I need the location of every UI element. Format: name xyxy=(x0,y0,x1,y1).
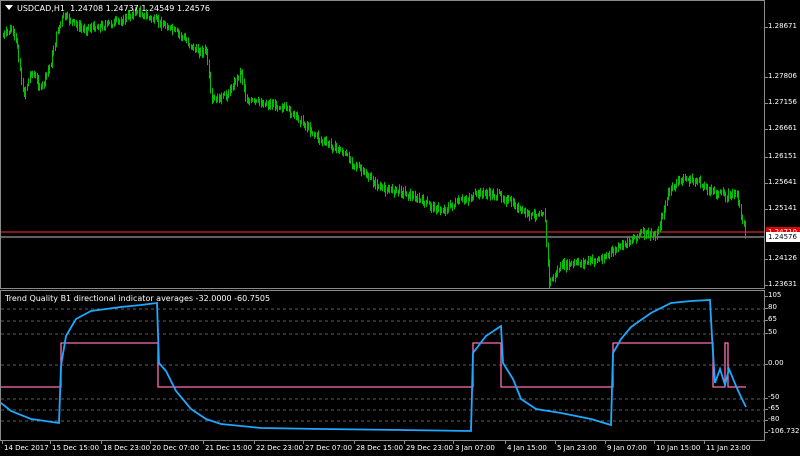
current-price-tag: 1.24576 xyxy=(766,232,800,242)
time-label: 4 Jan 15:00 xyxy=(507,444,547,452)
time-tick xyxy=(303,441,304,444)
level-label: 80 xyxy=(768,303,777,311)
price-label: 1.24126 xyxy=(768,254,797,262)
price-label: 1.26151 xyxy=(768,152,797,160)
indicator-axis[interactable]: 105 80 65 50 0.00 -50 -65 -80 -106.7326 xyxy=(765,290,800,441)
time-label: 21 Dec 15:00 xyxy=(205,444,253,452)
price-label: 1.28671 xyxy=(768,22,797,30)
chart-title: USDCAD,H1 1.24708 1.24737 1.24549 1.2457… xyxy=(5,4,210,13)
time-label: 3 Jan 07:00 xyxy=(455,444,495,452)
time-label: 5 Jan 23:00 xyxy=(557,444,597,452)
level-label: 0.00 xyxy=(768,359,784,367)
time-tick xyxy=(453,441,454,444)
price-label: 1.27806 xyxy=(768,72,797,80)
time-axis: 14 Dec 2017 15 Dec 15:00 18 Dec 23:00 20 De… xyxy=(0,441,800,456)
time-label: 22 Dec 23:00 xyxy=(256,444,304,452)
time-tick xyxy=(203,441,204,444)
time-label: 10 Jan 15:00 xyxy=(656,444,701,452)
indicator-title: Trend Quality B1 directional indicator a… xyxy=(5,294,271,303)
time-tick xyxy=(101,441,102,444)
level-label: -65 xyxy=(768,404,780,412)
time-tick xyxy=(254,441,255,444)
dropdown-triangle-icon[interactable] xyxy=(5,5,13,10)
price-label: 1.26661 xyxy=(768,124,797,132)
price-label: 1.23631 xyxy=(768,280,797,288)
price-label: 1.25141 xyxy=(768,204,797,212)
time-label: 18 Dec 23:00 xyxy=(103,444,151,452)
price-label: 1.25641 xyxy=(768,178,797,186)
blue-series-line xyxy=(1,299,747,432)
level-label: -106.7326 xyxy=(768,427,800,435)
time-label: 15 Dec 15:00 xyxy=(52,444,100,452)
time-tick xyxy=(354,441,355,444)
level-label: -80 xyxy=(768,415,780,423)
level-label: -50 xyxy=(768,393,780,401)
time-label: 14 Dec 2017 xyxy=(4,444,49,452)
level-label: 50 xyxy=(768,328,777,336)
price-chart-pane[interactable]: USDCAD,H1 1.24708 1.24737 1.24549 1.2457… xyxy=(0,0,765,289)
price-label: 1.27156 xyxy=(768,98,797,106)
time-label: 28 Dec 15:00 xyxy=(356,444,404,452)
time-tick xyxy=(555,441,556,444)
level-label: 105 xyxy=(768,291,782,299)
indicator-canvas[interactable] xyxy=(1,291,764,440)
time-label: 11 Jan 23:00 xyxy=(706,444,751,452)
indicator-pane[interactable]: Trend Quality B1 directional indicator a… xyxy=(0,290,765,441)
time-tick xyxy=(2,441,3,444)
time-label: 27 Dec 07:00 xyxy=(305,444,353,452)
time-tick xyxy=(654,441,655,444)
time-label: 29 Dec 23:00 xyxy=(406,444,454,452)
symbol-label: USDCAD,H1 xyxy=(17,4,65,13)
time-tick xyxy=(505,441,506,444)
time-label: 9 Jan 07:00 xyxy=(607,444,647,452)
time-tick xyxy=(704,441,705,444)
price-axis[interactable]: 1.28671 1.27806 1.27156 1.26661 1.26151 1.256… xyxy=(765,0,800,289)
time-tick xyxy=(605,441,606,444)
candles xyxy=(3,5,746,288)
ohlc-values: 1.24708 1.24737 1.24549 1.24576 xyxy=(70,4,211,13)
time-tick xyxy=(50,441,51,444)
level-label: 65 xyxy=(768,315,777,323)
time-tick xyxy=(150,441,151,444)
time-tick xyxy=(404,441,405,444)
time-label: 20 Dec 07:00 xyxy=(152,444,200,452)
price-chart-canvas[interactable] xyxy=(1,1,764,288)
